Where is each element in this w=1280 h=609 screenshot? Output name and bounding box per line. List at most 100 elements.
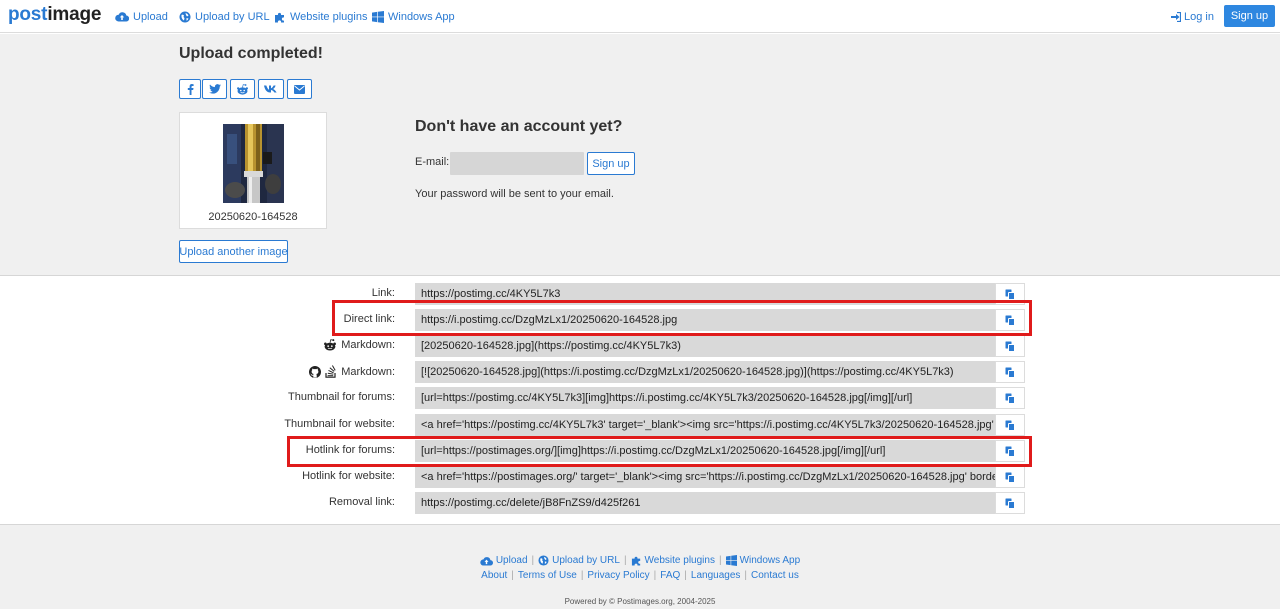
globe-icon bbox=[538, 555, 549, 566]
footer-separator: | bbox=[718, 555, 722, 566]
footer-windows-app-label: Windows App bbox=[739, 555, 801, 566]
footer-languages-link[interactable]: Languages bbox=[691, 570, 741, 581]
direct-link-field[interactable]: https://i.postimg.cc/DzgMzLx1/20250620-1… bbox=[415, 309, 995, 331]
removal-link-field[interactable]: https://postimg.cc/delete/jB8FnZS9/d425f… bbox=[415, 492, 995, 514]
cloud-upload-icon bbox=[480, 556, 493, 566]
link-row-label: Markdown: bbox=[323, 339, 395, 351]
footer-separator: | bbox=[511, 570, 514, 581]
share-reddit-button[interactable] bbox=[230, 79, 255, 99]
copy-button[interactable] bbox=[995, 440, 1025, 462]
nav-website-plugins-label: Website plugins bbox=[290, 10, 368, 23]
link-row-markdown-github: Markdown: [![20250620-164528.jpg](https:… bbox=[0, 361, 1280, 383]
link-row-label: Link: bbox=[372, 287, 395, 299]
upload-another-image-button[interactable]: Upload another image bbox=[179, 240, 288, 263]
link-row-thumbnail-forums: Thumbnail for forums: [url=https://posti… bbox=[0, 387, 1280, 409]
link-row-label: Hotlink for forums: bbox=[306, 444, 395, 456]
markdown-github-field[interactable]: [![20250620-164528.jpg](https://i.postim… bbox=[415, 361, 995, 383]
share-email-button[interactable] bbox=[287, 79, 312, 99]
copy-button[interactable] bbox=[995, 414, 1025, 436]
puzzle-icon bbox=[631, 556, 640, 566]
sign-in-icon bbox=[1171, 11, 1181, 22]
nav-website-plugins[interactable]: Website plugins bbox=[274, 9, 367, 24]
email-signup-button[interactable]: Sign up bbox=[587, 152, 635, 175]
footer-upload-by-url-link[interactable]: Upload by URL bbox=[538, 555, 620, 566]
logo-part-post: post bbox=[8, 4, 48, 25]
email-field[interactable] bbox=[450, 152, 584, 175]
nav-windows-app[interactable]: Windows App bbox=[372, 9, 455, 24]
powered-by-text: Powered by © Postimages.org, 2004-2025 bbox=[564, 597, 716, 606]
link-row-removal-link: Removal link: https://postimg.cc/delete/… bbox=[0, 492, 1280, 514]
thumbnail-website-label-text: Thumbnail for website: bbox=[284, 418, 395, 430]
windows-icon bbox=[372, 10, 384, 23]
copy-icon bbox=[1005, 289, 1015, 300]
link-row-label: Markdown: bbox=[309, 365, 395, 378]
copy-button[interactable] bbox=[995, 361, 1025, 383]
hotlink-website-field[interactable]: <a href='https://postimages.org/' target… bbox=[415, 466, 995, 488]
link-row-link: Link: https://postimg.cc/4KY5L7k3 bbox=[0, 283, 1280, 305]
thumbnail-caption: 20250620-164528 bbox=[208, 211, 298, 223]
footer-about-link[interactable]: About bbox=[481, 570, 507, 581]
thumbnail-website-field[interactable]: <a href='https://postimg.cc/4KY5L7k3' ta… bbox=[415, 414, 995, 436]
facebook-icon bbox=[187, 83, 194, 95]
copy-icon bbox=[1005, 393, 1015, 404]
login-link[interactable]: Log in bbox=[1171, 9, 1214, 24]
nav-upload[interactable]: Upload bbox=[115, 9, 168, 24]
uploaded-image-thumbnail[interactable] bbox=[223, 124, 284, 203]
footer-upload-label: Upload bbox=[495, 555, 528, 566]
footer-separator: | bbox=[744, 570, 748, 581]
link-row-label: Direct link: bbox=[344, 313, 395, 325]
copy-button[interactable] bbox=[995, 335, 1025, 357]
removal-link-label-text: Removal link: bbox=[328, 496, 395, 508]
footer-website-plugins-link[interactable]: Website plugins bbox=[631, 555, 715, 566]
footer-upload-link[interactable]: Upload bbox=[480, 555, 528, 566]
puzzle-icon bbox=[275, 12, 284, 22]
footer-privacy-link[interactable]: Privacy Policy bbox=[587, 570, 649, 581]
link-row-label: Thumbnail for forums: bbox=[288, 391, 395, 403]
nav-upload-by-url[interactable]: Upload by URL bbox=[179, 9, 270, 24]
copy-button[interactable] bbox=[995, 283, 1025, 305]
link-field[interactable]: https://postimg.cc/4KY5L7k3 bbox=[415, 283, 995, 305]
copy-button[interactable] bbox=[995, 309, 1025, 331]
copy-button[interactable] bbox=[995, 387, 1025, 409]
page-footer: Upload | Upload by URL | Website plugins… bbox=[0, 524, 1280, 609]
link-row-hotlink-website: Hotlink for website: <a href='https://po… bbox=[0, 466, 1280, 488]
footer-faq-link[interactable]: FAQ bbox=[660, 570, 680, 581]
share-vk-button[interactable] bbox=[258, 79, 284, 99]
footer-upload-by-url-label: Upload by URL bbox=[552, 555, 620, 566]
email-label: E-mail: bbox=[415, 156, 450, 168]
share-twitter-button[interactable] bbox=[202, 79, 227, 99]
footer-terms-link[interactable]: Terms of Use bbox=[518, 570, 577, 581]
link-row-thumbnail-website: Thumbnail for website: <a href='https://… bbox=[0, 414, 1280, 436]
copy-icon bbox=[1005, 367, 1015, 378]
stackoverflow-icon bbox=[325, 365, 336, 378]
copy-icon bbox=[1005, 498, 1015, 509]
login-label: Log in bbox=[1184, 10, 1214, 23]
postimage-logo[interactable]: postimage bbox=[8, 4, 101, 28]
direct-link-label-text: Direct link: bbox=[343, 313, 395, 325]
share-facebook-button[interactable] bbox=[179, 79, 201, 99]
footer-contact-link[interactable]: Contact us bbox=[751, 570, 799, 581]
password-note: Your password will be sent to your email… bbox=[415, 188, 614, 200]
link-row-hotlink-forums: Hotlink for forums: [url=https://postima… bbox=[0, 440, 1280, 462]
thumbnail-forums-field[interactable]: [url=https://postimg.cc/4KY5L7k3][img]ht… bbox=[415, 387, 995, 409]
cloud-upload-icon bbox=[115, 12, 129, 22]
markdown-github-label-text: Markdown: bbox=[341, 365, 395, 378]
account-promo-title: Don't have an account yet? bbox=[415, 118, 623, 135]
link-row-label: Hotlink for website: bbox=[302, 470, 395, 482]
link-row-label: Thumbnail for website: bbox=[284, 418, 395, 430]
copy-button[interactable] bbox=[995, 492, 1025, 514]
nav-upload-label: Upload bbox=[133, 10, 168, 23]
thumbnail-forums-label-text: Thumbnail for forums: bbox=[288, 391, 395, 403]
copy-icon bbox=[1005, 420, 1015, 431]
footer-separator: | bbox=[623, 555, 627, 566]
markdown-reddit-field[interactable]: [20250620-164528.jpg](https://postimg.cc… bbox=[415, 335, 995, 357]
navbar-signup-button[interactable]: Sign up bbox=[1224, 5, 1275, 27]
vk-icon bbox=[264, 85, 277, 93]
footer-separator: | bbox=[531, 555, 535, 566]
footer-website-plugins-label: Website plugins bbox=[644, 555, 715, 566]
hotlink-forums-field[interactable]: [url=https://postimages.org/][img]https:… bbox=[415, 440, 995, 462]
uploaded-photo bbox=[223, 124, 284, 203]
footer-windows-app-link[interactable]: Windows App bbox=[725, 555, 801, 566]
copy-icon bbox=[1005, 341, 1015, 352]
copy-button[interactable] bbox=[995, 466, 1025, 488]
